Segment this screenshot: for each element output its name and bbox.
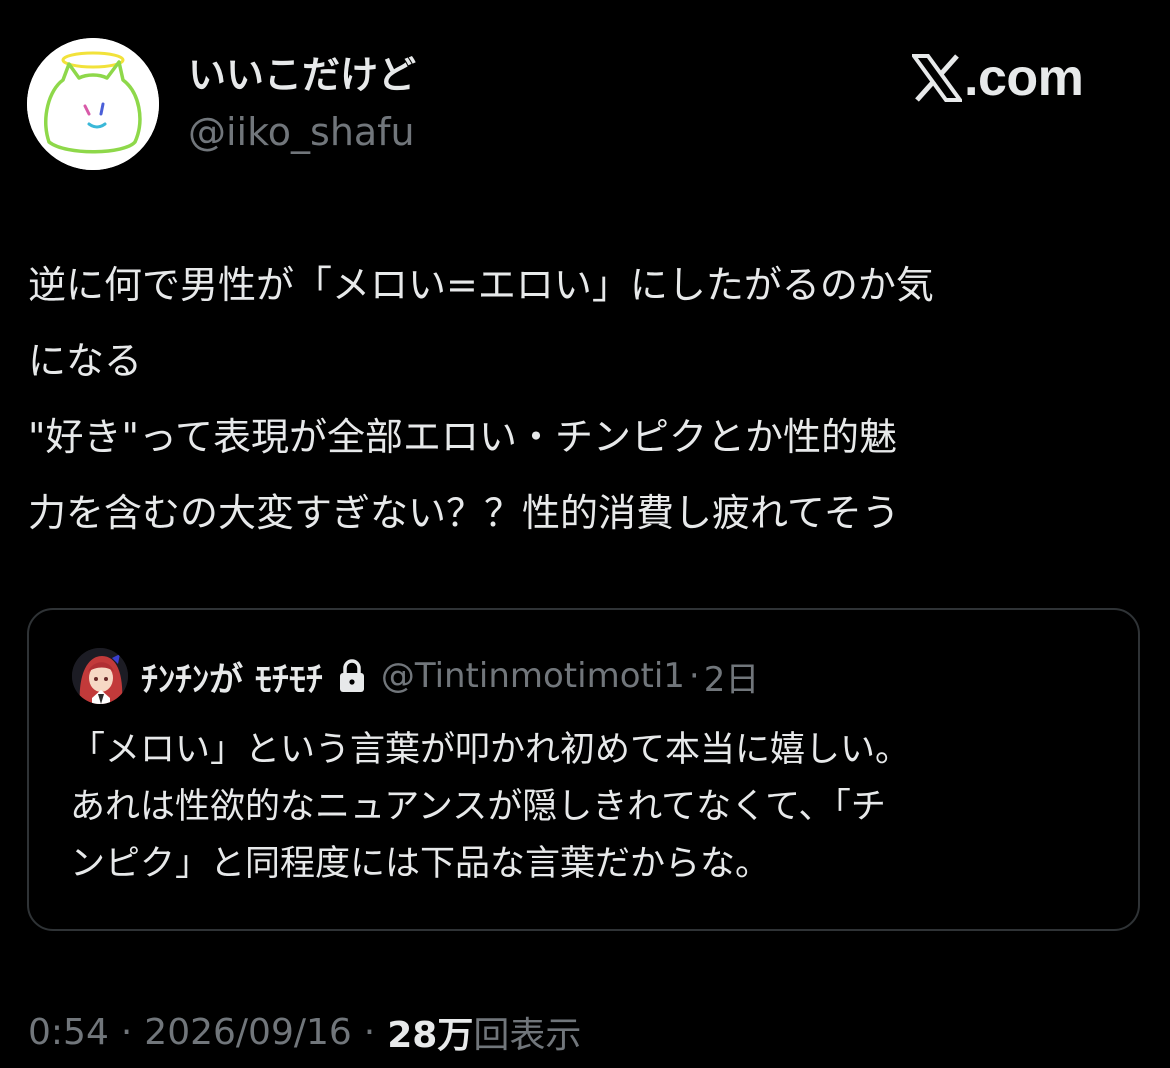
tweet-body: 逆に何で男性が「メロい=エロい」にしたがるのか気 になる "好き"って表現が全部… xyxy=(28,247,1143,551)
tweet-line: になる xyxy=(28,339,143,383)
quoted-tweet-line: 「メロい」という言葉が叩かれ初めて本当に嬉しい。 xyxy=(70,730,911,770)
quoted-author-display-name[interactable]: ﾁﾝﾁﾝが ﾓﾁﾓﾁ xyxy=(141,652,323,701)
x-logo-icon xyxy=(912,54,962,102)
tweet-time[interactable]: 0:54 xyxy=(28,1012,109,1053)
quoted-tweet-header: ﾁﾝﾁﾝが ﾓﾁﾓﾁ @Tintinmotimoti1 · 2日 xyxy=(141,648,759,704)
author-display-name[interactable]: いいこだけど xyxy=(188,50,416,100)
tweet-line: 力を含むの大変すぎない？？性的消費し疲れてそう xyxy=(28,491,900,535)
tweet-line: 逆に何で男性が「メロい=エロい」にしたがるのか気 xyxy=(28,263,934,307)
tweet-card: いいこだけど @iiko_shafu .com 逆に何で男性が「メロい=エロい」… xyxy=(0,0,1170,1068)
tweet-line: "好き"って表現が全部エロい・チンピクとか性的魅 xyxy=(28,415,898,459)
cat-halo-avatar-icon xyxy=(27,38,159,170)
tweet-date[interactable]: 2026/09/16 xyxy=(144,1012,352,1053)
tweet-metadata: 0:54 · 2026/09/16 · 28万 回表示 xyxy=(28,1004,581,1060)
quoted-tweet[interactable]: ﾁﾝﾁﾝが ﾓﾁﾓﾁ @Tintinmotimoti1 · 2日 「メロい」とい… xyxy=(27,608,1140,931)
quoted-tweet-line: あれは性欲的なニュアンスが隠しきれてなくて、「チ xyxy=(70,787,886,827)
quoted-tweet-line: ンピク」と同程度には下品な言葉だからな。 xyxy=(70,844,771,884)
quoted-tweet-time[interactable]: 2日 xyxy=(704,652,760,701)
brand-domain-text: .com xyxy=(964,49,1084,107)
quoted-tweet-body: 「メロい」という言葉が叩かれ初めて本当に嬉しい。 あれは性欲的なニュアンスが隠し… xyxy=(70,722,1110,893)
separator-dot: · xyxy=(688,656,700,696)
author-handle[interactable]: @iiko_shafu xyxy=(188,108,415,156)
separator-dot: · xyxy=(363,1011,376,1053)
separator-dot: · xyxy=(120,1011,133,1053)
views-label: 回表示 xyxy=(473,1015,582,1056)
quoted-author-handle[interactable]: @Tintinmotimoti1 xyxy=(381,656,685,696)
lock-icon xyxy=(339,659,364,692)
views-count[interactable]: 28万 xyxy=(387,1006,473,1058)
x-com-watermark: .com xyxy=(912,49,1084,107)
red-hair-character-avatar-icon xyxy=(72,648,128,704)
quoted-author-avatar[interactable] xyxy=(72,648,128,704)
author-avatar[interactable] xyxy=(27,38,159,170)
